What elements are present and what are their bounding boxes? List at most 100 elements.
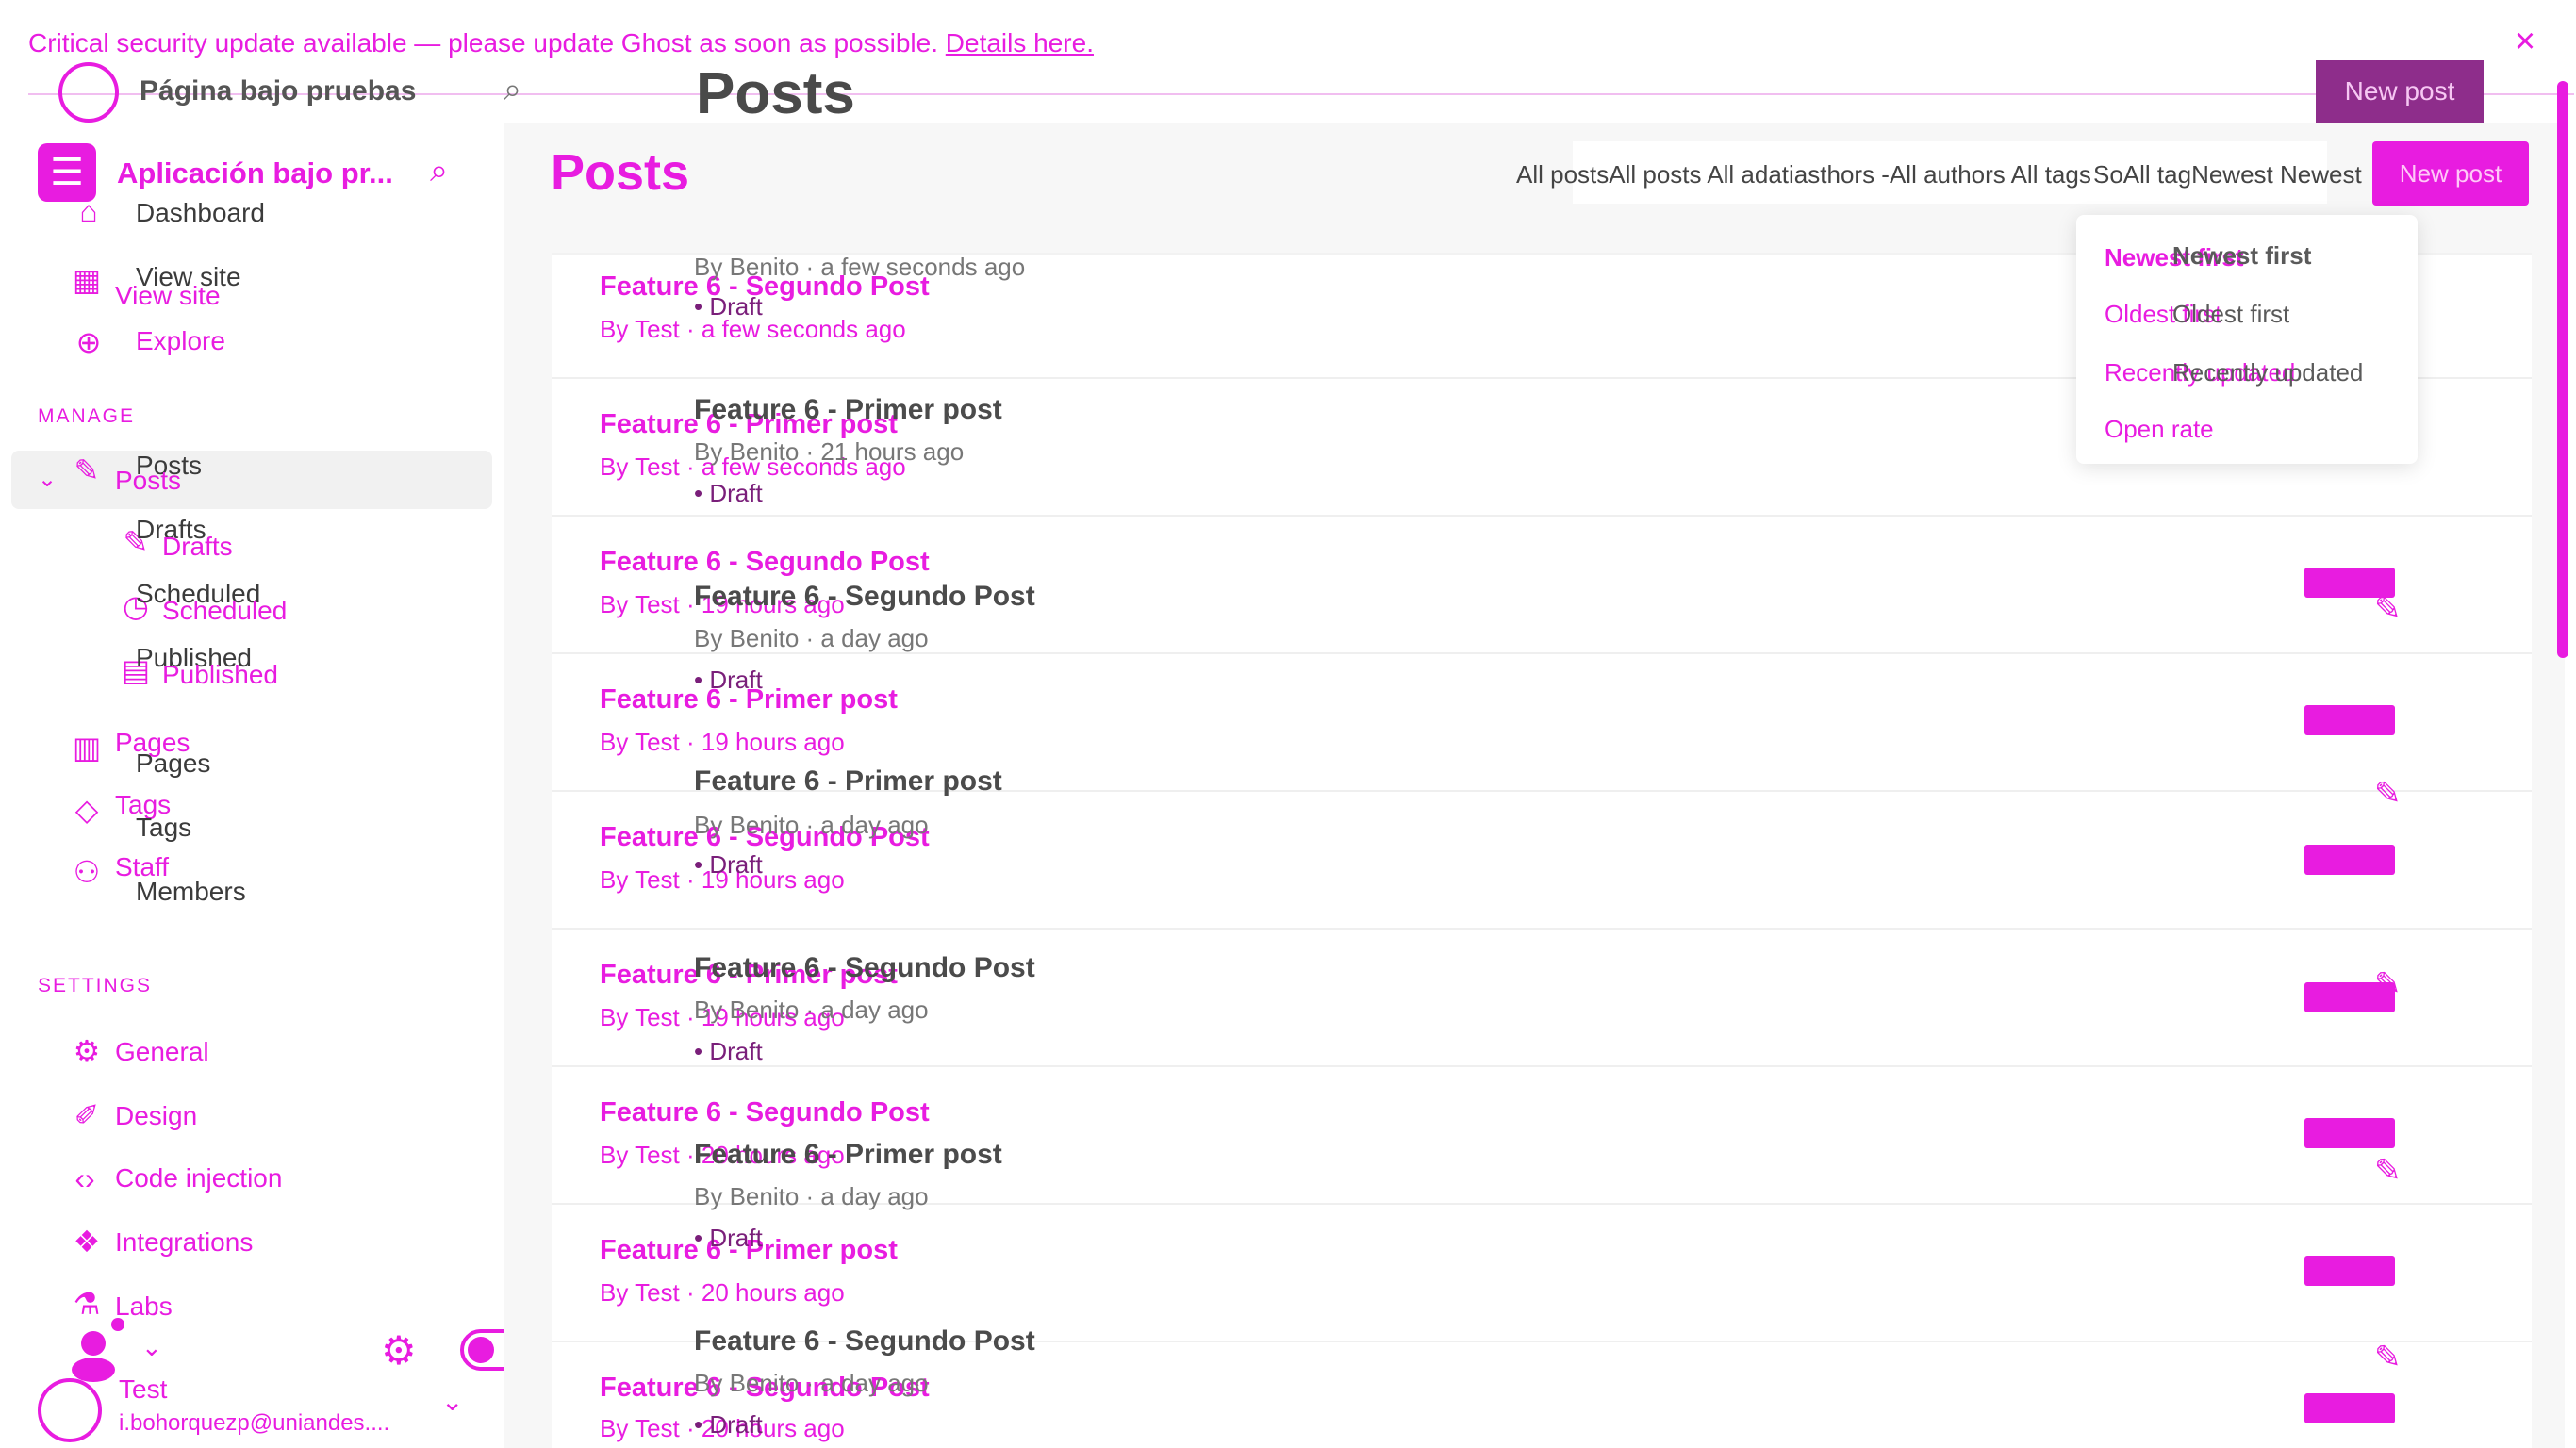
ghost-post-title: Feature 6 - Primer post — [694, 765, 1002, 797]
integrations-icon: ❖ — [73, 1225, 101, 1259]
sort-option-open-rate[interactable]: Open rate — [2105, 415, 2214, 444]
nav-scheduled-ghost: Scheduled — [162, 596, 288, 625]
nav-members-ghost: Members — [136, 877, 246, 906]
status-badge — [2304, 1393, 2395, 1423]
ghost-post-title: Feature 6 - Primer post — [694, 394, 1002, 425]
settings-heading: SETTINGS — [38, 975, 153, 996]
code-icon: ‹› — [74, 1161, 95, 1195]
ghost-post-status: • Draft — [694, 850, 763, 879]
ghost-post-status: • Draft — [694, 1224, 763, 1252]
page-title: Posts — [551, 144, 690, 201]
post-title[interactable]: Feature 6 - Segundo Post — [600, 1097, 930, 1128]
edit-pencil-icon[interactable]: ✎ — [2374, 1152, 2402, 1190]
status-badge — [2304, 1256, 2395, 1286]
nav-tags-ghost: Tags — [136, 813, 192, 842]
nav-design[interactable]: Design — [115, 1101, 197, 1131]
staff-icon: ⚇ — [73, 855, 101, 889]
user-email: i.bohorquezp@uniandes.... — [119, 1410, 390, 1436]
nav-integrations[interactable]: Integrations — [115, 1227, 253, 1258]
row-divider — [552, 1065, 2532, 1067]
nav-code-injection[interactable]: Code injection — [115, 1163, 282, 1193]
ghost-status-text: Draft — [709, 292, 763, 321]
nav-view-site-ghost: View site — [115, 281, 221, 310]
chevron-down-icon[interactable]: ⌄ — [141, 1333, 162, 1362]
ghost-status-text: Draft — [709, 1410, 763, 1439]
settings-gear-icon[interactable]: ⚙ — [381, 1327, 417, 1374]
post-title[interactable]: Feature 6 - Segundo Post — [600, 547, 930, 578]
status-badge — [2304, 1118, 2395, 1148]
ghost-post-title: Feature 6 - Segundo Post — [694, 581, 1035, 612]
ghost-post-meta: By Benito · a day ago — [694, 811, 929, 839]
ghost-post-status: • Draft — [694, 292, 763, 321]
nav-explore[interactable]: Explore — [136, 326, 225, 356]
nav-dashboard[interactable]: Dashboard — [136, 198, 265, 228]
view-site-icon: ▦ — [72, 263, 102, 297]
post-meta: By Test · 20 hours ago — [600, 1278, 845, 1307]
edit-pencil-icon[interactable]: ✎ — [2374, 775, 2402, 813]
manage-heading: MANAGE — [38, 405, 136, 427]
whats-new-icon — [72, 1358, 115, 1382]
ghost-post-meta: By Benito · a day ago — [694, 996, 929, 1024]
search-icon[interactable]: ⌕ — [504, 72, 521, 108]
ghost-status-text: Draft — [709, 850, 763, 879]
ghost-post-meta: By Benito · 21 hours ago — [694, 437, 965, 466]
ghost-status-text: Draft — [709, 479, 763, 507]
ghost-post-title: Feature 6 - Segundo Post — [694, 952, 1035, 983]
sort-dropdown[interactable]: SoAll tagNewest Newest — [2093, 160, 2362, 189]
ghost-post-title: Feature 6 - Primer post — [694, 1139, 1002, 1170]
search-icon[interactable]: ⌕ — [430, 153, 448, 189]
nav-pages-ghost: Pages — [136, 749, 211, 778]
ghost-status-text: Draft — [709, 1224, 763, 1252]
new-post-button[interactable]: New post — [2372, 141, 2529, 206]
sort-option-oldest-ghost: Oldest first — [2172, 300, 2290, 328]
whats-new-icon — [111, 1318, 124, 1331]
brand-name[interactable]: Aplicación bajo pr... — [117, 156, 393, 190]
ghost-post-status: • Draft — [694, 1037, 763, 1065]
nav-posts-ghost: Posts — [115, 466, 182, 495]
ghost-post-meta: By Benito · a few seconds ago — [694, 253, 1026, 281]
site-logo-icon — [58, 62, 119, 123]
ghost-new-post-button[interactable]: New post — [2316, 60, 2484, 123]
filters-dropdowns[interactable]: All postsAll posts All adatiasthors -All… — [1516, 160, 2091, 189]
tag-icon: ◇ — [74, 793, 99, 827]
ghost-post-meta: By Benito · a day ago — [694, 1369, 929, 1397]
edit-pencil-icon[interactable]: ✎ — [2374, 965, 2402, 1003]
user-name[interactable]: Test — [119, 1374, 167, 1405]
ghost-post-title: Feature 6 - Segundo Post — [694, 1325, 1035, 1357]
ghost-page-title: Posts — [696, 61, 855, 126]
status-badge — [2304, 705, 2395, 735]
banner-details-link[interactable]: Details here. — [946, 28, 1094, 58]
nav-drafts-ghost: Drafts — [162, 532, 233, 561]
nav-published-ghost: Published — [162, 660, 278, 689]
brush-icon: ✐ — [74, 1098, 100, 1132]
row-divider — [552, 515, 2532, 517]
ghost-site-name: Página bajo pruebas — [140, 75, 417, 107]
sort-option-newest-ghost: Newest first — [2172, 241, 2312, 270]
edit-pencil-icon[interactable]: ✎ — [2374, 590, 2402, 628]
status-badge — [2304, 845, 2395, 875]
ghost-post-meta: By Benito · a day ago — [694, 1182, 929, 1210]
avatar[interactable] — [38, 1378, 102, 1442]
pages-icon: ▥ — [72, 731, 102, 765]
flask-icon: ⚗ — [73, 1287, 101, 1321]
chevron-down-icon[interactable]: ⌄ — [441, 1386, 463, 1417]
security-banner: Critical security update available — ple… — [28, 28, 1094, 58]
gear-icon: ⚙ — [73, 1034, 101, 1068]
whats-new-icon — [81, 1331, 106, 1356]
sort-option-recently-updated-ghost: Recently updated — [2172, 358, 2364, 387]
posts-icon: ✎ — [74, 453, 100, 487]
nav-labs[interactable]: Labs — [115, 1292, 173, 1322]
menu-icon[interactable]: ☰ — [38, 143, 96, 202]
edit-pencil-icon[interactable]: ✎ — [2374, 1339, 2402, 1376]
nav-general[interactable]: General — [115, 1037, 209, 1067]
banner-message: Critical security update available — ple… — [28, 28, 938, 58]
globe-icon: ⊕ — [75, 325, 102, 359]
ghost-status-text: Draft — [709, 1037, 763, 1065]
close-icon[interactable]: × — [2508, 24, 2542, 59]
scrollbar[interactable] — [2557, 81, 2568, 658]
ghost-post-status: • Draft — [694, 1410, 763, 1439]
ghost-status-text: Draft — [709, 666, 763, 694]
home-icon: ⌂ — [79, 194, 98, 228]
ghost-post-status: • Draft — [694, 479, 763, 507]
chevron-down-icon[interactable]: ⌄ — [38, 466, 57, 493]
